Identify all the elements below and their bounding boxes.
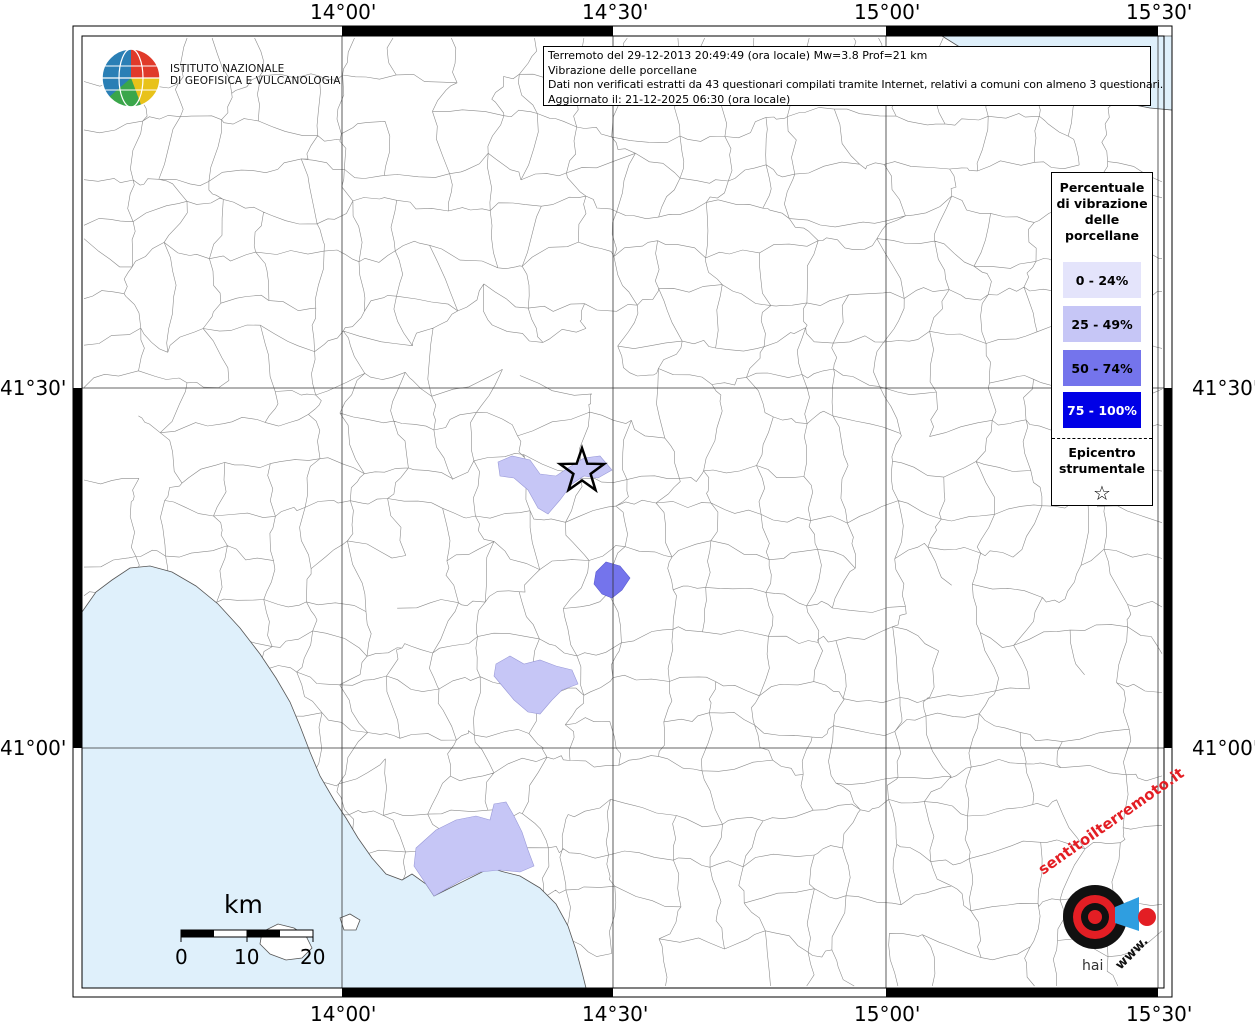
lat-label-left-1: 41°30' <box>0 376 67 400</box>
legend-star-icon: ☆ <box>1093 481 1111 505</box>
legend-title-line-1: Percentuale <box>1059 180 1145 195</box>
lon-label-top-4: 15°30' <box>1126 0 1193 24</box>
event-info-box: Terremoto del 29-12-2013 20:49:49 (ora l… <box>543 46 1164 106</box>
scale-tick-0: 0 <box>175 945 188 969</box>
lon-label-bottom-4: 15°30' <box>1126 1002 1193 1026</box>
lat-label-right-2: 41°00' <box>1192 736 1255 760</box>
institute-line-2: DI GEOFISICA E VULCANOLOGIA <box>170 75 341 87</box>
legend-item-0-24: 0 - 24% <box>1063 262 1141 298</box>
legend-separator <box>1052 438 1152 439</box>
legend-title-line-4: porcellane <box>1065 228 1139 243</box>
legend-title-line-2: di vibrazione <box>1056 196 1148 211</box>
legend-item-75-100: 75 - 100% <box>1063 392 1141 428</box>
ingv-logo-icon <box>101 48 161 108</box>
scale-tick-20: 20 <box>300 945 326 969</box>
legend-title: Percentuale di vibrazione delle porcella… <box>1052 180 1152 244</box>
legend-title-line-3: delle <box>1084 212 1120 227</box>
lon-label-top-3: 15°00' <box>854 0 921 24</box>
legend-item-25-49: 25 - 49% <box>1063 306 1141 342</box>
lon-label-bottom-2: 14°30' <box>582 1002 649 1026</box>
info-line-1: Terremoto del 29-12-2013 20:49:49 (ora l… <box>548 49 928 62</box>
map-canvas <box>72 25 1173 998</box>
scale-unit: km <box>224 890 263 919</box>
lon-label-bottom-3: 15°00' <box>854 1002 921 1026</box>
lat-label-left-2: 41°00' <box>0 736 67 760</box>
legend: Percentuale di vibrazione delle porcella… <box>1051 172 1153 506</box>
lon-label-top-1: 14°00' <box>310 0 377 24</box>
info-line-4: Aggiornato il: 21-12-2025 06:30 (ora loc… <box>548 92 791 106</box>
info-line-2: Vibrazione delle porcellane <box>548 63 697 77</box>
lat-label-right-1: 41°30' <box>1192 376 1255 400</box>
lon-label-top-2: 14°30' <box>582 0 649 24</box>
legend-epicenter-label: Epicentro strumentale <box>1052 445 1152 477</box>
institute-name: ISTITUTO NAZIONALE DI GEOFISICA E VULCAN… <box>170 63 341 87</box>
legend-epicenter-line-1: Epicentro <box>1068 445 1136 460</box>
scale-tick-10: 10 <box>234 945 260 969</box>
brand-text-prefix: hai <box>1082 958 1104 974</box>
info-line-3: Dati non verificati estratti da 43 quest… <box>548 78 1164 91</box>
legend-epicenter-line-2: strumentale <box>1058 461 1146 476</box>
lon-label-bottom-1: 14°00' <box>310 1002 377 1026</box>
institute-line-1: ISTITUTO NAZIONALE <box>170 63 285 75</box>
legend-item-50-74: 50 - 74% <box>1063 350 1141 386</box>
